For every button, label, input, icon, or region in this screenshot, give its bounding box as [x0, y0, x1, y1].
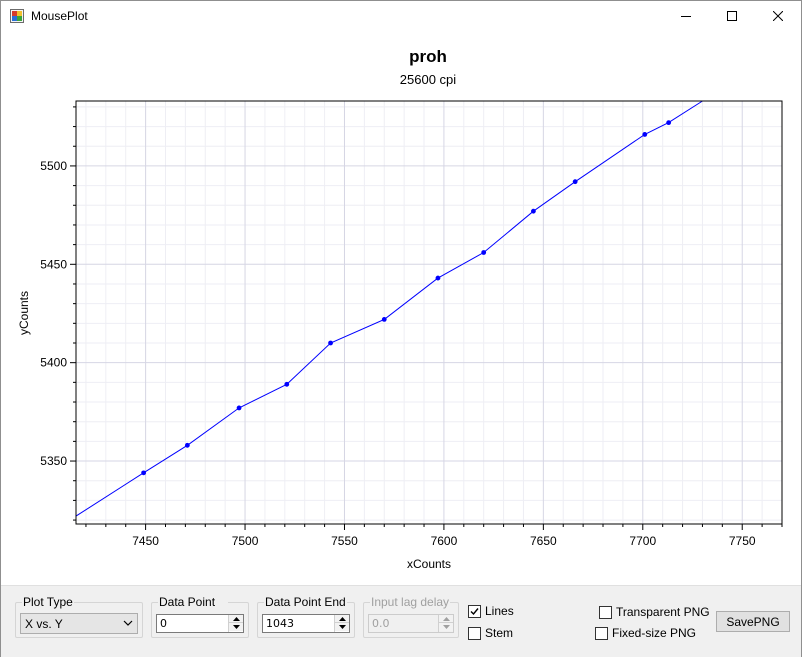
- minimize-icon: [681, 16, 691, 17]
- spinner-buttons: [438, 615, 453, 632]
- control-panel: Plot Type X vs. Y Data Point Start 0 Dat…: [1, 585, 801, 657]
- window-title: MousePlot: [31, 9, 88, 23]
- data-point-end-label: Data Point End: [264, 595, 347, 609]
- plot-type-select[interactable]: X vs. Y: [20, 613, 138, 634]
- spinner-buttons: [334, 615, 349, 632]
- close-button[interactable]: [755, 1, 801, 31]
- mouseplot-app-icon: [10, 9, 24, 23]
- series-layer: [75, 100, 703, 517]
- data-point: [666, 120, 672, 126]
- y-tick-label: 5450: [40, 257, 67, 271]
- data-point: [328, 340, 333, 346]
- plot-type-group: Plot Type X vs. Y: [15, 595, 143, 638]
- triangle-down-icon: [232, 625, 240, 629]
- chart-title: proh: [409, 47, 447, 66]
- spin-down-button[interactable]: [335, 623, 349, 631]
- chart-subtitle: 25600 cpi: [400, 72, 456, 87]
- spin-down-button[interactable]: [439, 623, 453, 631]
- data-point-end-group: Data Point End 1043: [257, 595, 355, 638]
- spin-up-button[interactable]: [335, 615, 349, 623]
- x-axis-label: xCounts: [407, 557, 451, 571]
- data-point-end-input[interactable]: 1043: [262, 614, 350, 633]
- transparent-png-label: Transparent PNG: [616, 605, 710, 619]
- transparent-png-checkbox[interactable]: Transparent PNG: [599, 605, 710, 619]
- checkmark-icon: [470, 607, 479, 615]
- data-point: [381, 316, 387, 322]
- minimize-button[interactable]: [663, 1, 709, 31]
- save-png-button[interactable]: SavePNG: [716, 611, 790, 632]
- axis-ticks: 7450 7500 7550 7600 7650 7700 7750 5350 5400 5450…: [40, 106, 783, 548]
- input-lag-delay-label: Input lag delay: [370, 595, 451, 609]
- data-point: [236, 405, 242, 411]
- input-lag-delay-value: 0.0: [372, 617, 390, 630]
- x-tick-label: 7650: [530, 534, 557, 548]
- plot-type-label: Plot Type: [22, 595, 74, 609]
- stem-checkbox[interactable]: Stem: [468, 626, 513, 640]
- fixed-size-png-checkbox[interactable]: Fixed-size PNG: [595, 626, 696, 640]
- chevron-down-icon: [123, 620, 133, 626]
- maximize-icon: [727, 11, 737, 21]
- x-tick-label: 7550: [331, 534, 358, 548]
- x-tick-label: 7700: [629, 534, 656, 548]
- app-window: MousePlot proh 25600 cpi 7450 7500 7550 760…: [0, 0, 802, 657]
- data-point: [572, 179, 578, 185]
- xy-chart[interactable]: proh 25600 cpi 7450 7500 7550 7600 7650 7700 7…: [1, 31, 801, 585]
- input-lag-delay-group: Input lag delay 0.0: [363, 595, 459, 638]
- fixed-size-png-check-box: [595, 626, 608, 640]
- x-tick-label: 7450: [132, 534, 159, 548]
- input-lag-delay-input[interactable]: 0.0: [368, 614, 454, 633]
- data-point: [435, 275, 441, 281]
- fixed-size-png-label: Fixed-size PNG: [612, 626, 697, 640]
- plot-area[interactable]: proh 25600 cpi 7450 7500 7550 7600 7650 7700 7…: [1, 31, 801, 585]
- lines-check-box: [468, 604, 481, 618]
- lines-checkbox[interactable]: Lines: [468, 604, 514, 618]
- x-tick-label: 7750: [729, 534, 756, 548]
- data-point: [184, 442, 190, 448]
- y-tick-label: 5400: [40, 356, 67, 370]
- triangle-up-icon: [232, 616, 240, 621]
- maximize-button[interactable]: [709, 1, 755, 31]
- triangle-up-icon: [442, 616, 450, 621]
- stem-label: Stem: [485, 626, 514, 640]
- data-point-start-input[interactable]: 0: [156, 614, 244, 633]
- x-tick-label: 7600: [431, 534, 458, 548]
- data-point: [642, 132, 648, 137]
- data-point-start-value: 0: [160, 617, 167, 630]
- data-point: [531, 208, 536, 214]
- triangle-down-icon: [338, 625, 346, 629]
- y-axis-label: yCounts: [17, 291, 31, 335]
- stem-check-box: [468, 626, 481, 640]
- spin-down-button[interactable]: [229, 623, 243, 631]
- data-point-start-label: Data Point Start: [158, 595, 228, 609]
- spinner-buttons: [228, 615, 243, 632]
- y-tick-label: 5500: [40, 159, 67, 173]
- series-line: [75, 100, 703, 517]
- data-point: [481, 250, 487, 255]
- plot-type-value: X vs. Y: [25, 617, 63, 631]
- data-point-end-value: 1043: [266, 617, 294, 630]
- data-point-start-group: Data Point Start 0: [151, 595, 249, 638]
- triangle-down-icon: [442, 625, 450, 629]
- data-point: [284, 381, 290, 387]
- lines-label: Lines: [485, 604, 514, 618]
- data-point: [141, 470, 147, 476]
- spin-up-button[interactable]: [439, 615, 453, 623]
- title-bar[interactable]: MousePlot: [1, 1, 801, 31]
- transparent-png-check-box: [599, 605, 612, 619]
- spin-up-button[interactable]: [229, 615, 243, 623]
- x-tick-label: 7500: [232, 534, 259, 548]
- close-icon: [773, 11, 783, 21]
- major-grid: [76, 101, 782, 524]
- y-tick-label: 5350: [40, 454, 67, 468]
- triangle-up-icon: [338, 616, 346, 621]
